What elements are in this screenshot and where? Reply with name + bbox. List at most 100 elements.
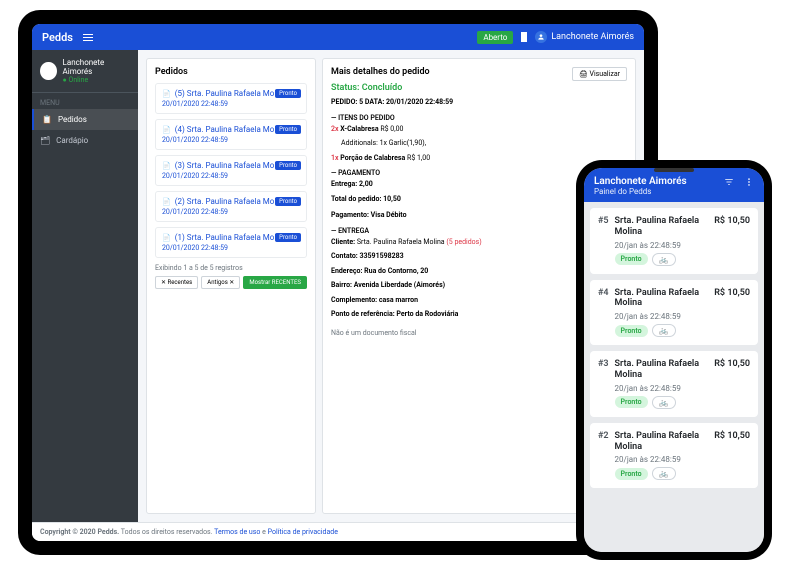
order-name: (4) Srta. Paulina Rafaela Molina bbox=[175, 125, 287, 134]
complemento: Complemento: casa marron bbox=[331, 296, 418, 304]
doc-icon: 📄 bbox=[162, 234, 171, 242]
order-number: #3 bbox=[598, 359, 609, 409]
orders-title: Pedidos bbox=[155, 67, 307, 77]
order-number: #4 bbox=[598, 288, 609, 338]
order-price: R$ 10,50 bbox=[714, 359, 750, 409]
orders-footer: Exibindo 1 a 5 de 5 registros bbox=[155, 264, 307, 272]
order-row[interactable]: 📄 (2) Srta. Paulina Rafaela Molina 20/01/2… bbox=[155, 191, 307, 222]
order-price: R$ 10,50 bbox=[714, 431, 750, 481]
status-chip[interactable]: Pronto bbox=[615, 396, 648, 408]
open-status-badge[interactable]: Aberto bbox=[477, 31, 513, 44]
customer-name: Srta. Paulina Rafaela Molina bbox=[615, 431, 709, 453]
status-chip[interactable]: Pronto bbox=[615, 468, 648, 480]
phone-order-card[interactable]: #2 Srta. Paulina Rafaela Molina 20/jan às … bbox=[590, 423, 758, 489]
menu-toggle-icon[interactable] bbox=[83, 34, 93, 41]
toggle-icon[interactable] bbox=[521, 32, 527, 42]
phone-order-list[interactable]: #5 Srta. Paulina Rafaela Molina 20/jan às … bbox=[584, 202, 764, 552]
user-name: Lanchonete Aimorés bbox=[551, 32, 634, 42]
order-row[interactable]: 📄(1) Srta. Paulina Rafaela Molina20/01/2… bbox=[155, 227, 307, 258]
status-badge: Pronto bbox=[275, 125, 301, 134]
order-row[interactable]: 📄 (4) Srta. Paulina Rafaela Molina 20/01/2… bbox=[155, 119, 307, 150]
doc-icon: 📄 bbox=[162, 126, 171, 134]
customer-name: Srta. Paulina Rafaela Molina bbox=[615, 216, 709, 238]
main-content: Pedidos 📄 (5) Srta. Paulina Rafaela Molin… bbox=[138, 50, 644, 522]
status-badge: Pronto bbox=[275, 161, 301, 170]
sidebar: Lanchonete Aimorés ● Online MENU 📋 Pedid… bbox=[32, 50, 138, 522]
phone-order-card[interactable]: #5 Srta. Paulina Rafaela Molina 20/jan às … bbox=[590, 208, 758, 274]
sidebar-avatar-icon bbox=[40, 62, 57, 80]
view-button[interactable]: 🖨 Visualizar bbox=[572, 67, 627, 81]
order-number: #5 bbox=[598, 216, 609, 266]
order-date: 20/01/2020 22:48:59 bbox=[162, 136, 300, 144]
item-1-add: Additionals: 1x Garlic(1,90), bbox=[331, 138, 627, 149]
status-chip[interactable]: Pronto bbox=[615, 253, 648, 265]
doc-icon: 📄 bbox=[162, 198, 171, 206]
terms-link[interactable]: Termos de uso bbox=[214, 528, 260, 536]
status-chip[interactable]: Pronto bbox=[615, 325, 648, 337]
sidebar-item-pedidos[interactable]: 📋 Pedidos bbox=[32, 109, 138, 130]
user-menu[interactable]: Lanchonete Aimorés bbox=[535, 31, 634, 43]
order-datetime: 20/jan às 22:48:59 bbox=[615, 241, 709, 250]
user-avatar-icon bbox=[535, 31, 547, 43]
filter-icon[interactable] bbox=[724, 177, 734, 187]
contato: Contato: 33591598283 bbox=[331, 252, 404, 260]
delivery-icon[interactable]: 🚲 bbox=[652, 467, 676, 480]
order-date: 20/01/2020 22:48:59 bbox=[162, 208, 300, 216]
brand: Pedds bbox=[42, 31, 73, 44]
order-number: #2 bbox=[598, 431, 609, 481]
sidebar-user[interactable]: Lanchonete Aimorés ● Online bbox=[32, 50, 138, 93]
footer: Copyright © 2020 Pedds. Todos os direito… bbox=[32, 522, 644, 541]
more-icon[interactable] bbox=[744, 177, 754, 187]
bairro: Bairro: Avenida Liberdade (Aimorés) bbox=[331, 281, 445, 289]
customer-name: Srta. Paulina Rafaela Molina bbox=[615, 359, 709, 381]
order-datetime: 20/jan às 22:48:59 bbox=[615, 312, 709, 321]
phone-subtitle: Painel do Pedds bbox=[594, 187, 754, 196]
filter-antigos[interactable]: Antigos ✕ bbox=[201, 276, 240, 289]
filter-recentes[interactable]: ✕ Recentes bbox=[155, 276, 198, 289]
filter-mostrar[interactable]: Mostrar RECENTES bbox=[243, 276, 307, 289]
delivery-icon[interactable]: 🚲 bbox=[652, 253, 676, 266]
sidebar-user-name: Lanchonete Aimorés bbox=[63, 58, 130, 76]
menu-icon: 🗂 bbox=[40, 136, 50, 145]
delivery-icon[interactable]: 🚲 bbox=[652, 396, 676, 409]
privacy-link[interactable]: Política de privacidade bbox=[268, 528, 338, 536]
order-price: R$ 10,50 bbox=[714, 288, 750, 338]
sidebar-item-cardapio[interactable]: 🗂 Cardápio bbox=[32, 130, 138, 151]
phone-order-card[interactable]: #3 Srta. Paulina Rafaela Molina 20/jan às … bbox=[590, 351, 758, 417]
order-date: 20/01/2020 22:48:59 bbox=[162, 172, 300, 180]
status-badge: Pronto bbox=[275, 197, 301, 206]
phone-appbar: Lanchonete Aimorés Painel do Pedds bbox=[584, 168, 764, 202]
doc-icon: 📄 bbox=[162, 90, 171, 98]
item-2: 1x Porção de Calabresa R$ 1,00 bbox=[331, 153, 627, 164]
topbar: Pedds Aberto Lanchonete Aimorés bbox=[32, 24, 644, 50]
detail-meta: PEDIDO: 5 DATA: 20/01/2020 22:48:59 bbox=[331, 98, 453, 106]
sec-itens: — ITENS DO PEDIDO bbox=[331, 114, 627, 122]
order-row[interactable]: 📄 (5) Srta. Paulina Rafaela Molina 20/01/2… bbox=[155, 83, 307, 114]
delivery-icon[interactable]: 🚲 bbox=[652, 324, 676, 337]
order-datetime: 20/jan às 22:48:59 bbox=[615, 384, 709, 393]
orders-panel: Pedidos 📄 (5) Srta. Paulina Rafaela Molin… bbox=[146, 58, 316, 514]
status-badge: Pronto bbox=[275, 233, 301, 242]
phone-notch bbox=[654, 168, 694, 172]
detail-status: Status: Concluído bbox=[331, 83, 627, 93]
total: Total do pedido: 10,50 bbox=[331, 195, 401, 203]
tablet-frame: Pedds Aberto Lanchonete Aimorés Lanchone… bbox=[18, 10, 658, 555]
order-name: (5) Srta. Paulina Rafaela Molina bbox=[175, 89, 287, 98]
phone-title: Lanchonete Aimorés bbox=[594, 176, 687, 187]
forma-pagamento: Pagamento: Visa Débito bbox=[331, 211, 407, 219]
phone-order-card[interactable]: #4 Srta. Paulina Rafaela Molina 20/jan às … bbox=[590, 280, 758, 346]
order-date: 20/01/2020 22:48:59 bbox=[162, 100, 300, 108]
referencia: Ponto de referência: Perto da Rodoviária bbox=[331, 310, 458, 318]
customer-name: Srta. Paulina Rafaela Molina bbox=[615, 288, 709, 310]
order-price: R$ 10,50 bbox=[714, 216, 750, 266]
doc-icon: 📄 bbox=[162, 162, 171, 170]
order-name: (2) Srta. Paulina Rafaela Molina bbox=[175, 197, 287, 206]
tablet-screen: Pedds Aberto Lanchonete Aimorés Lanchone… bbox=[32, 24, 644, 541]
item-1: 2x X-Calabresa R$ 0,00 bbox=[331, 124, 627, 135]
phone-frame: Lanchonete Aimorés Painel do Pedds #5 Srt… bbox=[576, 160, 772, 560]
endereco: Endereço: Rua do Contorno, 20 bbox=[331, 267, 428, 275]
order-row[interactable]: 📄(3) Srta. Paulina Rafaela Molina20/01/2… bbox=[155, 155, 307, 186]
entrega: Entrega: 2,00 bbox=[331, 180, 373, 188]
order-datetime: 20/jan às 22:48:59 bbox=[615, 455, 709, 464]
order-date: 20/01/2020 22:48:59 bbox=[162, 244, 300, 252]
